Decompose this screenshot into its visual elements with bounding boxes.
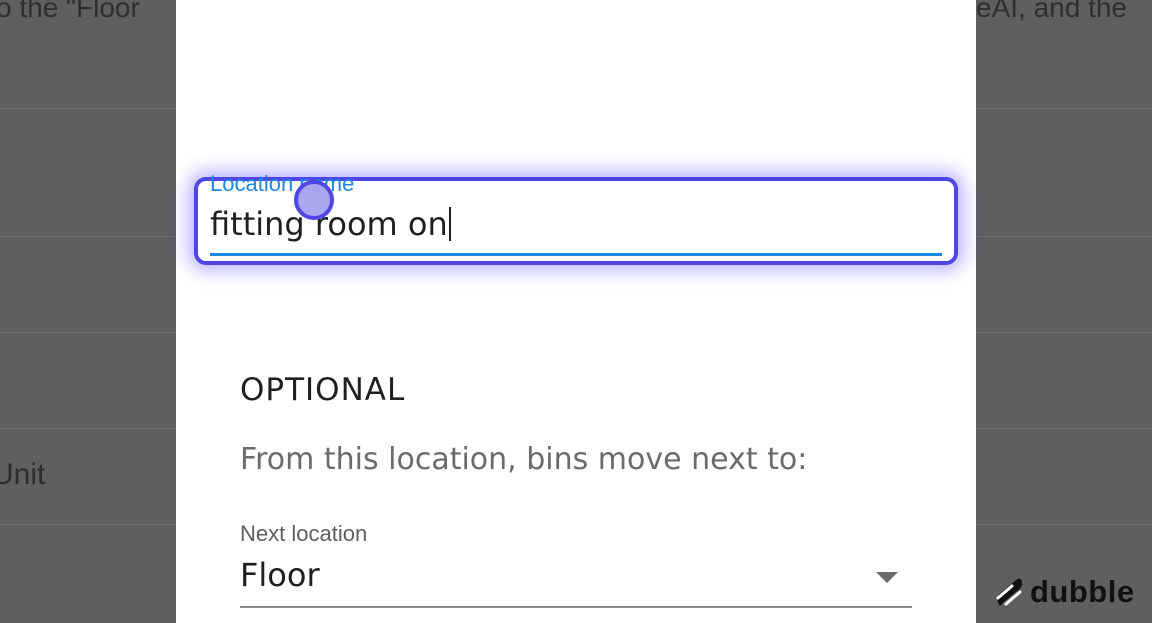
dropdown-arrow-icon[interactable]: [876, 572, 898, 583]
click-indicator-icon: [294, 180, 334, 220]
background-text-right: eAI, and the: [976, 0, 1128, 23]
dubble-watermark: dubble: [994, 574, 1135, 610]
optional-section-title: OPTIONAL: [240, 372, 406, 408]
optional-section-description: From this location, bins move next to:: [240, 442, 808, 477]
next-location-underline: [240, 606, 912, 608]
location-dialog: Location name fitting room on OPTIONAL F…: [176, 0, 976, 623]
next-location-label: Next location: [240, 521, 368, 546]
background-unit-label: Unit: [0, 458, 46, 491]
dubble-logo-icon: [996, 578, 1022, 606]
background-text-left: o the "Floor: [0, 0, 140, 23]
next-location-value[interactable]: Floor: [240, 556, 320, 594]
dubble-brand-text: dubble: [1030, 574, 1135, 609]
text-caret: [448, 207, 451, 241]
location-name-underline: [210, 253, 942, 256]
